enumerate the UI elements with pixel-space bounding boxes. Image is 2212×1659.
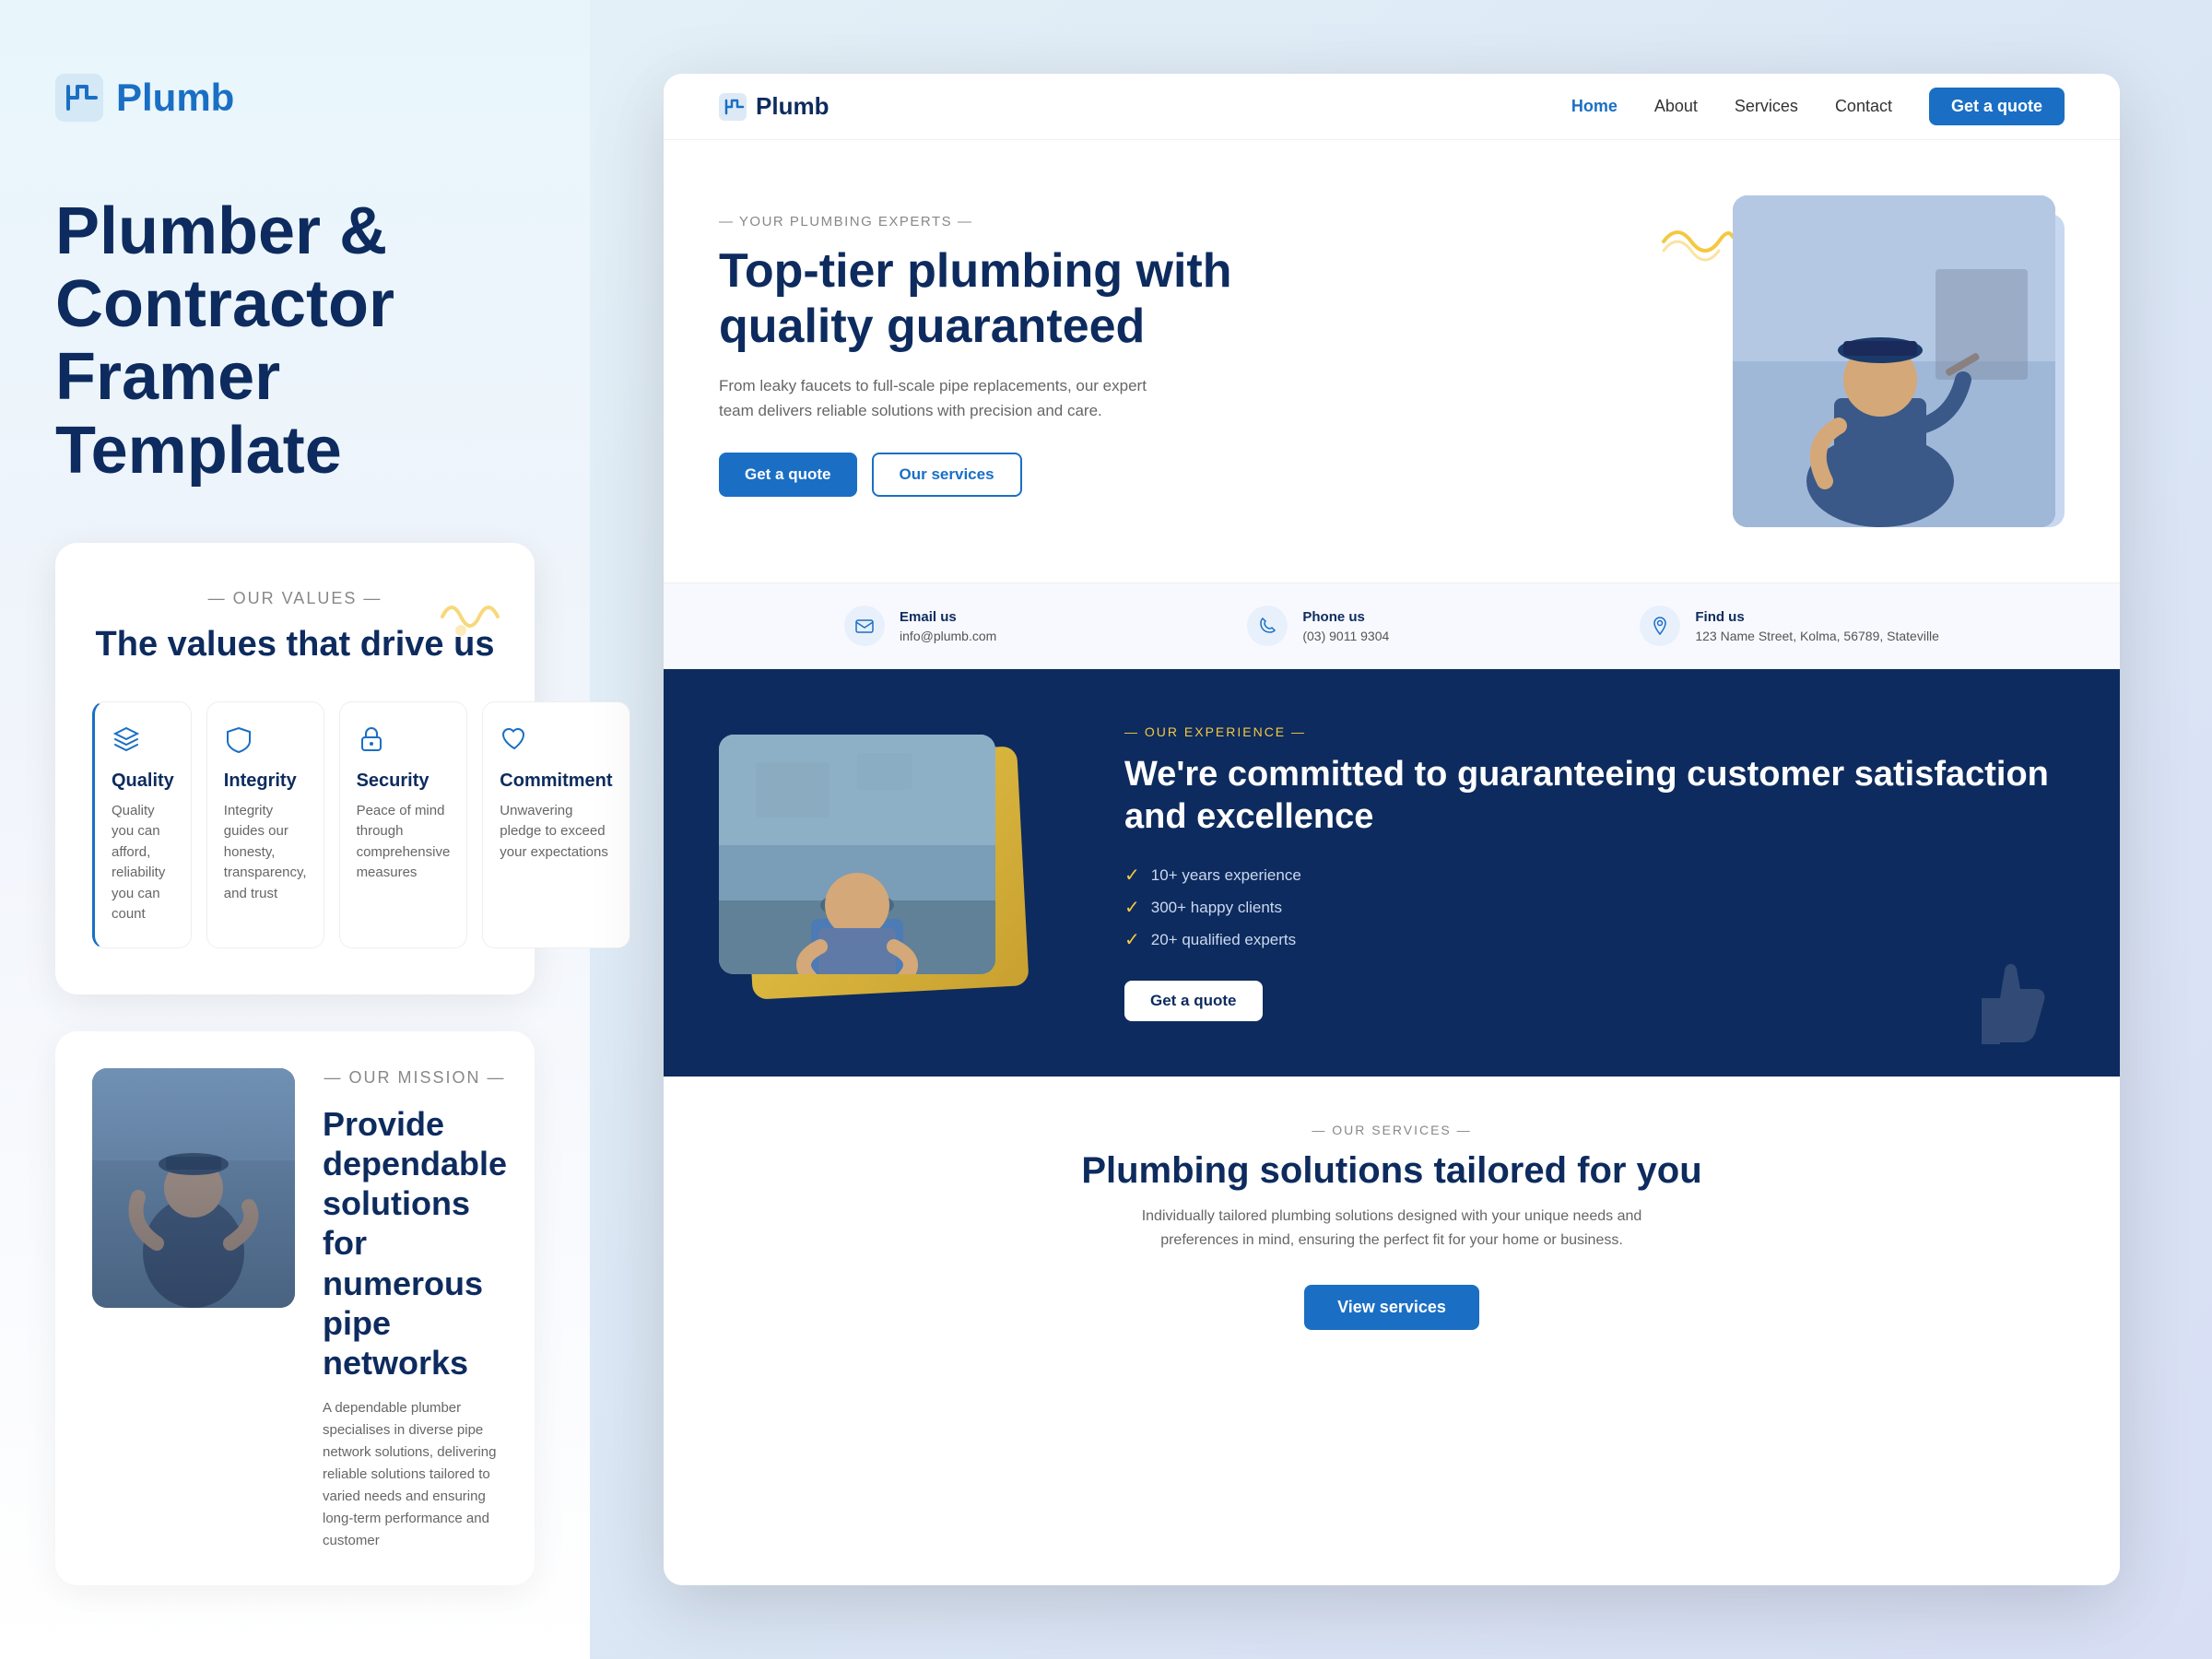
contact-location: Find us 123 Name Street, Kolma, 56789, S… [1640, 606, 1939, 646]
hero-deco-icon [1659, 214, 1733, 280]
services-title: Plumbing solutions tailored for you [719, 1150, 2065, 1192]
exp-cta-button[interactable]: Get a quote [1124, 981, 1263, 1021]
experience-images [719, 735, 1069, 1011]
mission-title: Provide dependable solutions for numerou… [323, 1104, 507, 1382]
hero-our-services-button[interactable]: Our services [872, 453, 1022, 497]
phone-icon [1247, 606, 1288, 646]
contact-location-value: 123 Name Street, Kolma, 56789, Statevill… [1695, 629, 1939, 643]
mission-content: — OUR MISSION — Provide dependable solut… [323, 1068, 507, 1552]
contact-phone-label: Phone us [1302, 609, 1389, 625]
value-security-desc: Peace of mind through comprehensive meas… [357, 801, 451, 884]
site-logo: Plumb [719, 92, 829, 121]
check-icon-1: ✓ [1124, 896, 1140, 919]
left-headline: Plumber & Contractor Framer Template [55, 195, 535, 488]
exp-image-front [719, 735, 995, 974]
hero-tag: — YOUR PLUMBING EXPERTS — [719, 214, 1272, 229]
layers-icon [112, 724, 145, 758]
hero-desc: From leaky faucets to full-scale pipe re… [719, 373, 1161, 423]
contact-email-label: Email us [900, 609, 996, 625]
heart-icon [500, 724, 533, 758]
values-grid: Quality Quality you can afford, reliabil… [92, 701, 498, 948]
contact-email: Email us info@plumb.com [844, 606, 996, 646]
exp-tag: — OUR EXPERIENCE — [1124, 724, 2065, 739]
nav-links: Home About Services Contact Get a quote [1571, 88, 2065, 125]
mission-image [92, 1068, 295, 1308]
contact-phone-value: (03) 9011 9304 [1302, 629, 1389, 643]
nav-link-contact[interactable]: Contact [1835, 97, 1892, 116]
hero-image-area [1696, 195, 2065, 546]
value-item-quality: Quality Quality you can afford, reliabil… [92, 701, 192, 948]
experience-content: — OUR EXPERIENCE — We're committed to gu… [1124, 724, 2065, 1021]
hero-get-quote-button[interactable]: Get a quote [719, 453, 857, 497]
contact-email-value: info@plumb.com [900, 629, 996, 643]
hero-title: Top-tier plumbing with quality guarantee… [719, 244, 1272, 355]
site-nav: Plumb Home About Services Contact Get a … [664, 74, 2120, 140]
shield-icon [224, 724, 257, 758]
nav-link-home[interactable]: Home [1571, 97, 1618, 116]
values-card: — OUR VALUES — The values that drive us … [55, 543, 535, 994]
mission-label: — OUR MISSION — [323, 1068, 507, 1088]
mission-section: — OUR MISSION — Provide dependable solut… [55, 1031, 535, 1585]
left-logo: Plumb [55, 74, 535, 122]
mission-desc: A dependable plumber specialises in dive… [323, 1397, 507, 1552]
services-section: — OUR SERVICES — Plumbing solutions tail… [664, 1077, 2120, 1376]
hero-buttons: Get a quote Our services [719, 453, 1272, 497]
lock-icon [357, 724, 390, 758]
contact-phone: Phone us (03) 9011 9304 [1247, 606, 1389, 646]
exp-title: We're committed to guaranteeing customer… [1124, 754, 2065, 838]
nav-link-services[interactable]: Services [1735, 97, 1798, 116]
left-panel: Plumb Plumber & Contractor Framer Templa… [0, 0, 590, 1659]
email-icon [844, 606, 885, 646]
services-desc: Individually tailored plumbing solutions… [1115, 1205, 1668, 1252]
exp-stat-0: ✓ 10+ years experience [1124, 864, 2065, 887]
value-item-security: Security Peace of mind through comprehen… [339, 701, 468, 948]
exp-stat-2: ✓ 20+ qualified experts [1124, 928, 2065, 951]
contact-location-label: Find us [1695, 609, 1939, 625]
value-security-name: Security [357, 771, 451, 792]
deco-squiggle [433, 580, 507, 666]
logo-icon [55, 74, 103, 122]
value-integrity-name: Integrity [224, 771, 307, 792]
website-preview: Plumb Home About Services Contact Get a … [664, 74, 2120, 1585]
value-quality-desc: Quality you can afford, reliability you … [112, 801, 174, 925]
right-panel: Plumb Home About Services Contact Get a … [590, 0, 2212, 1659]
contact-bar: Email us info@plumb.com Phone us (03) 90… [664, 582, 2120, 669]
contact-phone-content: Phone us (03) 9011 9304 [1302, 609, 1389, 643]
site-logo-text: Plumb [756, 92, 829, 121]
check-icon-2: ✓ [1124, 928, 1140, 951]
view-services-button[interactable]: View services [1304, 1285, 1479, 1330]
nav-cta-button[interactable]: Get a quote [1929, 88, 2065, 125]
exp-stats-list: ✓ 10+ years experience ✓ 300+ happy clie… [1124, 864, 2065, 951]
hero-content: — YOUR PLUMBING EXPERTS — Top-tier plumb… [719, 195, 1272, 497]
hero-image-person [1733, 195, 2055, 527]
services-tag: — OUR SERVICES — [719, 1123, 2065, 1137]
value-quality-name: Quality [112, 771, 174, 792]
contact-location-content: Find us 123 Name Street, Kolma, 56789, S… [1695, 609, 1939, 643]
location-icon [1640, 606, 1680, 646]
left-logo-text: Plumb [116, 76, 234, 120]
services-cta: View services [719, 1285, 2065, 1330]
check-icon-0: ✓ [1124, 864, 1140, 887]
nav-link-about[interactable]: About [1654, 97, 1698, 116]
site-hero: — YOUR PLUMBING EXPERTS — Top-tier plumb… [664, 140, 2120, 582]
exp-stat-1: ✓ 300+ happy clients [1124, 896, 2065, 919]
value-integrity-desc: Integrity guides our honesty, transparen… [224, 801, 307, 905]
experience-section: — OUR EXPERIENCE — We're committed to gu… [664, 669, 2120, 1077]
value-item-integrity: Integrity Integrity guides our honesty, … [206, 701, 324, 948]
contact-email-content: Email us info@plumb.com [900, 609, 996, 643]
thumbs-up-deco [1954, 943, 2065, 1058]
